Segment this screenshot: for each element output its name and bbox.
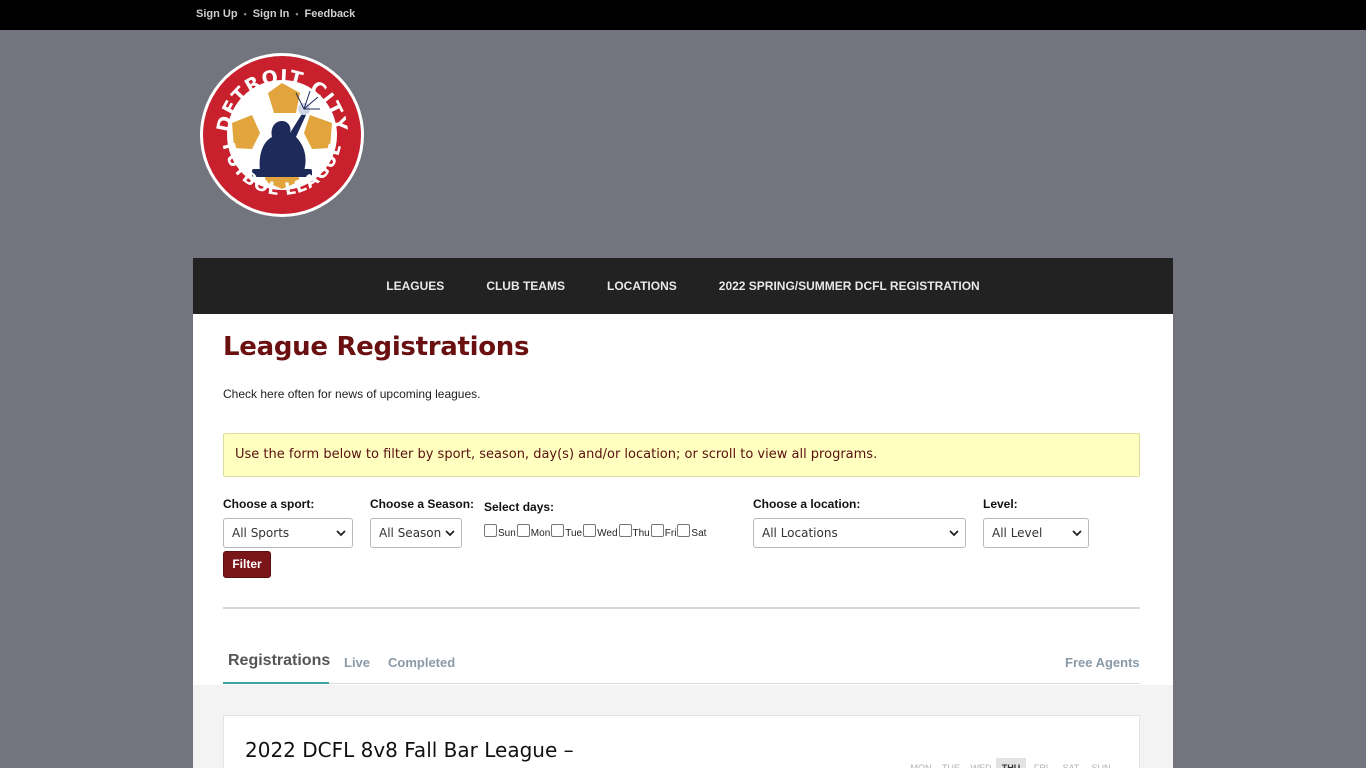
feedback-link[interactable]: Feedback xyxy=(305,8,356,20)
account-links: Sign Up • Sign In • Feedback xyxy=(196,8,355,20)
sign-up-link[interactable]: Sign Up xyxy=(196,8,238,20)
tab-completed[interactable]: Completed xyxy=(388,655,455,670)
location-select-value: All Locations xyxy=(762,526,838,540)
sport-label: Choose a sport: xyxy=(223,497,315,511)
weekday-strip: MON TUE WED THU FRI SAT SUN xyxy=(906,758,1116,768)
day-label: Sat xyxy=(691,528,707,539)
day-checkbox-wed[interactable] xyxy=(583,524,597,537)
day-label: Wed xyxy=(597,528,618,539)
day-option-fri: Fri xyxy=(650,524,677,539)
league-logo-image: DETROIT CITY FUTBOL LEAGUE xyxy=(200,53,364,217)
day-checkbox-fri[interactable] xyxy=(650,524,664,537)
day-option-tue: Tue xyxy=(551,524,582,539)
location-label: Choose a location: xyxy=(753,497,861,511)
sport-select[interactable]: All Sports xyxy=(223,518,353,548)
season-select[interactable]: All Season xyxy=(370,518,462,548)
day-label: Mon xyxy=(530,528,551,539)
level-select[interactable]: All Level xyxy=(983,518,1089,548)
day-checkbox-mon[interactable] xyxy=(516,524,530,537)
page-subtitle: Check here often for news of upcoming le… xyxy=(223,387,481,401)
sport-select-value: All Sports xyxy=(232,526,290,540)
chevron-down-icon xyxy=(336,530,346,537)
location-select[interactable]: All Locations xyxy=(753,518,966,548)
day-checkbox-thu[interactable] xyxy=(618,524,632,537)
league-logo[interactable]: DETROIT CITY FUTBOL LEAGUE xyxy=(200,53,364,217)
league-card-title[interactable]: 2022 DCFL 8v8 Fall Bar League – xyxy=(245,738,574,762)
level-label: Level: xyxy=(983,497,1018,511)
divider xyxy=(223,607,1140,609)
season-label: Choose a Season: xyxy=(370,497,475,511)
weekday-thu: THU xyxy=(996,758,1026,768)
day-option-sun: Sun xyxy=(484,524,516,539)
league-card[interactable]: 2022 DCFL 8v8 Fall Bar League – MON TUE … xyxy=(223,715,1140,768)
day-label: Thu xyxy=(632,528,650,539)
nav-item-registration[interactable]: 2022 SPRING/SUMMER DCFL REGISTRATION xyxy=(719,279,980,293)
chevron-down-icon xyxy=(1072,530,1082,537)
link-separator: • xyxy=(243,9,247,19)
day-label: Sun xyxy=(498,528,516,539)
day-checkbox-sat[interactable] xyxy=(677,524,691,537)
tab-free-agents[interactable]: Free Agents xyxy=(1065,655,1140,670)
filter-button[interactable]: Filter xyxy=(223,551,271,578)
nav-item-locations[interactable]: LOCATIONS xyxy=(607,279,677,293)
day-checkbox-sun[interactable] xyxy=(484,524,497,537)
weekday-mon: MON xyxy=(910,763,932,768)
notice-text: Use the form below to filter by sport, s… xyxy=(235,447,878,462)
filter-notice: Use the form below to filter by sport, s… xyxy=(223,433,1140,477)
registrations-list: 2022 DCFL 8v8 Fall Bar League – MON TUE … xyxy=(193,685,1173,768)
nav-item-leagues[interactable]: LEAGUES xyxy=(386,279,444,293)
tab-live[interactable]: Live xyxy=(344,655,370,670)
day-option-mon: Mon xyxy=(516,524,551,539)
day-option-sat: Sat xyxy=(677,524,706,539)
chevron-down-icon xyxy=(949,530,959,537)
weekday-sun: SUN xyxy=(1091,763,1111,768)
day-checkboxes: Sun Mon Tue Wed Thu Fri Sat xyxy=(484,524,707,539)
day-option-wed: Wed xyxy=(583,524,618,539)
weekday-wed: WED xyxy=(970,763,992,768)
weekday-fri: FRI xyxy=(1033,763,1049,768)
tabs-divider xyxy=(223,683,1140,684)
active-tab-indicator xyxy=(223,682,329,684)
day-label: Fri xyxy=(664,528,677,539)
main-nav: LEAGUES CLUB TEAMS LOCATIONS 2022 SPRING… xyxy=(193,258,1173,314)
page-title: League Registrations xyxy=(223,332,530,362)
day-checkbox-tue[interactable] xyxy=(551,524,565,537)
days-label: Select days: xyxy=(484,500,555,514)
tab-registrations[interactable]: Registrations xyxy=(228,652,330,670)
weekday-sat: SAT xyxy=(1062,763,1080,768)
day-label: Tue xyxy=(565,528,583,539)
link-separator: • xyxy=(295,9,299,19)
day-option-thu: Thu xyxy=(618,524,650,539)
weekday-tue: TUE xyxy=(942,763,960,768)
nav-item-club-teams[interactable]: CLUB TEAMS xyxy=(486,279,565,293)
level-select-value: All Level xyxy=(992,526,1043,540)
top-bar: Sign Up • Sign In • Feedback xyxy=(0,0,1366,30)
sign-in-link[interactable]: Sign In xyxy=(253,8,290,20)
season-select-value: All Season xyxy=(379,526,442,540)
main-content: League Registrations Check here often fo… xyxy=(193,314,1173,768)
chevron-down-icon xyxy=(445,530,455,537)
